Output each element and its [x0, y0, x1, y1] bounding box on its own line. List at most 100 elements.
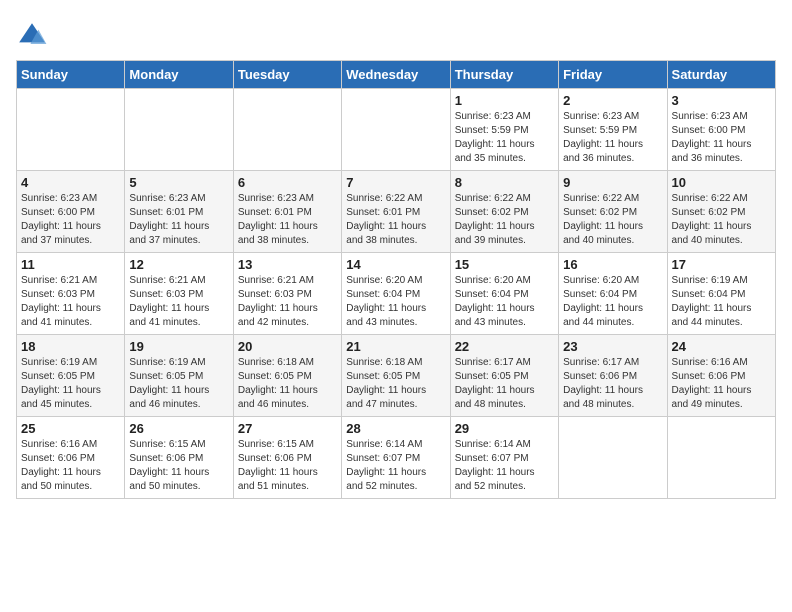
- day-info: Sunrise: 6:23 AM Sunset: 5:59 PM Dayligh…: [455, 110, 554, 166]
- day-number: 15: [455, 257, 554, 272]
- calendar-cell: [233, 89, 341, 171]
- calendar: SundayMondayTuesdayWednesdayThursdayFrid…: [16, 60, 776, 499]
- day-number: 8: [455, 175, 554, 190]
- calendar-cell: 15 Sunrise: 6:20 AM Sunset: 6:04 PM Dayli…: [450, 253, 558, 335]
- calendar-cell: 9 Sunrise: 6:22 AM Sunset: 6:02 PM Daylig…: [559, 171, 667, 253]
- day-info: Sunrise: 6:20 AM Sunset: 6:04 PM Dayligh…: [455, 274, 554, 330]
- calendar-cell: [125, 89, 233, 171]
- calendar-cell: 29 Sunrise: 6:14 AM Sunset: 6:07 PM Dayli…: [450, 417, 558, 499]
- day-number: 4: [21, 175, 120, 190]
- day-of-week-row: SundayMondayTuesdayWednesdayThursdayFrid…: [17, 61, 776, 89]
- calendar-cell: 23 Sunrise: 6:17 AM Sunset: 6:06 PM Dayli…: [559, 335, 667, 417]
- calendar-cell: 16 Sunrise: 6:20 AM Sunset: 6:04 PM Dayli…: [559, 253, 667, 335]
- calendar-cell: 28Sunrise: 6:14 AM Sunset: 6:07 PM Dayli…: [342, 417, 450, 499]
- logo-icon: [16, 20, 48, 52]
- header: [16, 16, 776, 52]
- day-info: Sunrise: 6:23 AM Sunset: 6:01 PM Dayligh…: [238, 192, 337, 248]
- day-number: 24: [672, 339, 771, 354]
- calendar-cell: 13 Sunrise: 6:21 AM Sunset: 6:03 PM Dayli…: [233, 253, 341, 335]
- day-number: 2: [563, 93, 662, 108]
- day-number: 13: [238, 257, 337, 272]
- day-number: 16: [563, 257, 662, 272]
- day-number: 14: [346, 257, 445, 272]
- day-number: 9: [563, 175, 662, 190]
- calendar-cell: 17 Sunrise: 6:19 AM Sunset: 6:04 PM Dayli…: [667, 253, 775, 335]
- day-info: Sunrise: 6:18 AM Sunset: 6:05 PM Dayligh…: [346, 356, 445, 412]
- day-info: Sunrise: 6:22 AM Sunset: 6:02 PM Dayligh…: [455, 192, 554, 248]
- day-number: 21: [346, 339, 445, 354]
- day-info: Sunrise: 6:23 AM Sunset: 6:00 PM Dayligh…: [672, 110, 771, 166]
- day-info: Sunrise: 6:21 AM Sunset: 6:03 PM Dayligh…: [129, 274, 228, 330]
- day-number: 23: [563, 339, 662, 354]
- day-number: 12: [129, 257, 228, 272]
- calendar-cell: 8 Sunrise: 6:22 AM Sunset: 6:02 PM Daylig…: [450, 171, 558, 253]
- logo: [16, 20, 52, 52]
- calendar-cell: [667, 417, 775, 499]
- day-info: Sunrise: 6:16 AM Sunset: 6:06 PM Dayligh…: [21, 438, 120, 494]
- day-number: 20: [238, 339, 337, 354]
- calendar-cell: 21 Sunrise: 6:18 AM Sunset: 6:05 PM Dayli…: [342, 335, 450, 417]
- day-number: 6: [238, 175, 337, 190]
- calendar-week-row: 25 Sunrise: 6:16 AM Sunset: 6:06 PM Dayli…: [17, 417, 776, 499]
- calendar-cell: 19 Sunrise: 6:19 AM Sunset: 6:05 PM Dayli…: [125, 335, 233, 417]
- calendar-week-row: 18 Sunrise: 6:19 AM Sunset: 6:05 PM Dayli…: [17, 335, 776, 417]
- day-info: Sunrise: 6:17 AM Sunset: 6:06 PM Dayligh…: [563, 356, 662, 412]
- dow-header: Thursday: [450, 61, 558, 89]
- dow-header: Tuesday: [233, 61, 341, 89]
- day-number: 18: [21, 339, 120, 354]
- day-info: Sunrise: 6:14 AM Sunset: 6:07 PM Dayligh…: [346, 438, 445, 494]
- calendar-cell: 2Sunrise: 6:23 AM Sunset: 5:59 PM Daylig…: [559, 89, 667, 171]
- calendar-cell: 26 Sunrise: 6:15 AM Sunset: 6:06 PM Dayli…: [125, 417, 233, 499]
- calendar-body: 1Sunrise: 6:23 AM Sunset: 5:59 PM Daylig…: [17, 89, 776, 499]
- day-number: 22: [455, 339, 554, 354]
- calendar-cell: 4Sunrise: 6:23 AM Sunset: 6:00 PM Daylig…: [17, 171, 125, 253]
- day-number: 26: [129, 421, 228, 436]
- day-info: Sunrise: 6:19 AM Sunset: 6:05 PM Dayligh…: [21, 356, 120, 412]
- day-number: 29: [455, 421, 554, 436]
- day-info: Sunrise: 6:17 AM Sunset: 6:05 PM Dayligh…: [455, 356, 554, 412]
- calendar-cell: 3Sunrise: 6:23 AM Sunset: 6:00 PM Daylig…: [667, 89, 775, 171]
- day-info: Sunrise: 6:15 AM Sunset: 6:06 PM Dayligh…: [238, 438, 337, 494]
- dow-header: Saturday: [667, 61, 775, 89]
- dow-header: Wednesday: [342, 61, 450, 89]
- day-info: Sunrise: 6:22 AM Sunset: 6:02 PM Dayligh…: [563, 192, 662, 248]
- day-info: Sunrise: 6:15 AM Sunset: 6:06 PM Dayligh…: [129, 438, 228, 494]
- calendar-cell: 6 Sunrise: 6:23 AM Sunset: 6:01 PM Daylig…: [233, 171, 341, 253]
- calendar-week-row: 11 Sunrise: 6:21 AM Sunset: 6:03 PM Dayli…: [17, 253, 776, 335]
- day-info: Sunrise: 6:14 AM Sunset: 6:07 PM Dayligh…: [455, 438, 554, 494]
- calendar-cell: 25 Sunrise: 6:16 AM Sunset: 6:06 PM Dayli…: [17, 417, 125, 499]
- day-info: Sunrise: 6:19 AM Sunset: 6:04 PM Dayligh…: [672, 274, 771, 330]
- day-info: Sunrise: 6:19 AM Sunset: 6:05 PM Dayligh…: [129, 356, 228, 412]
- calendar-cell: [17, 89, 125, 171]
- calendar-week-row: 4Sunrise: 6:23 AM Sunset: 6:00 PM Daylig…: [17, 171, 776, 253]
- calendar-cell: 20 Sunrise: 6:18 AM Sunset: 6:05 PM Dayli…: [233, 335, 341, 417]
- day-number: 10: [672, 175, 771, 190]
- day-info: Sunrise: 6:22 AM Sunset: 6:01 PM Dayligh…: [346, 192, 445, 248]
- calendar-cell: 7 Sunrise: 6:22 AM Sunset: 6:01 PM Daylig…: [342, 171, 450, 253]
- calendar-cell: 24 Sunrise: 6:16 AM Sunset: 6:06 PM Dayli…: [667, 335, 775, 417]
- day-info: Sunrise: 6:21 AM Sunset: 6:03 PM Dayligh…: [238, 274, 337, 330]
- day-info: Sunrise: 6:20 AM Sunset: 6:04 PM Dayligh…: [563, 274, 662, 330]
- calendar-cell: [559, 417, 667, 499]
- day-info: Sunrise: 6:21 AM Sunset: 6:03 PM Dayligh…: [21, 274, 120, 330]
- calendar-cell: 18 Sunrise: 6:19 AM Sunset: 6:05 PM Dayli…: [17, 335, 125, 417]
- calendar-cell: 11 Sunrise: 6:21 AM Sunset: 6:03 PM Dayli…: [17, 253, 125, 335]
- calendar-cell: 14 Sunrise: 6:20 AM Sunset: 6:04 PM Dayli…: [342, 253, 450, 335]
- day-info: Sunrise: 6:23 AM Sunset: 6:01 PM Dayligh…: [129, 192, 228, 248]
- calendar-cell: 1Sunrise: 6:23 AM Sunset: 5:59 PM Daylig…: [450, 89, 558, 171]
- day-number: 7: [346, 175, 445, 190]
- day-info: Sunrise: 6:22 AM Sunset: 6:02 PM Dayligh…: [672, 192, 771, 248]
- day-number: 27: [238, 421, 337, 436]
- calendar-cell: 5Sunrise: 6:23 AM Sunset: 6:01 PM Daylig…: [125, 171, 233, 253]
- day-number: 17: [672, 257, 771, 272]
- day-number: 11: [21, 257, 120, 272]
- day-info: Sunrise: 6:20 AM Sunset: 6:04 PM Dayligh…: [346, 274, 445, 330]
- calendar-week-row: 1Sunrise: 6:23 AM Sunset: 5:59 PM Daylig…: [17, 89, 776, 171]
- day-number: 25: [21, 421, 120, 436]
- calendar-cell: 10 Sunrise: 6:22 AM Sunset: 6:02 PM Dayli…: [667, 171, 775, 253]
- dow-header: Friday: [559, 61, 667, 89]
- calendar-cell: 12 Sunrise: 6:21 AM Sunset: 6:03 PM Dayli…: [125, 253, 233, 335]
- day-number: 19: [129, 339, 228, 354]
- day-info: Sunrise: 6:16 AM Sunset: 6:06 PM Dayligh…: [672, 356, 771, 412]
- day-info: Sunrise: 6:18 AM Sunset: 6:05 PM Dayligh…: [238, 356, 337, 412]
